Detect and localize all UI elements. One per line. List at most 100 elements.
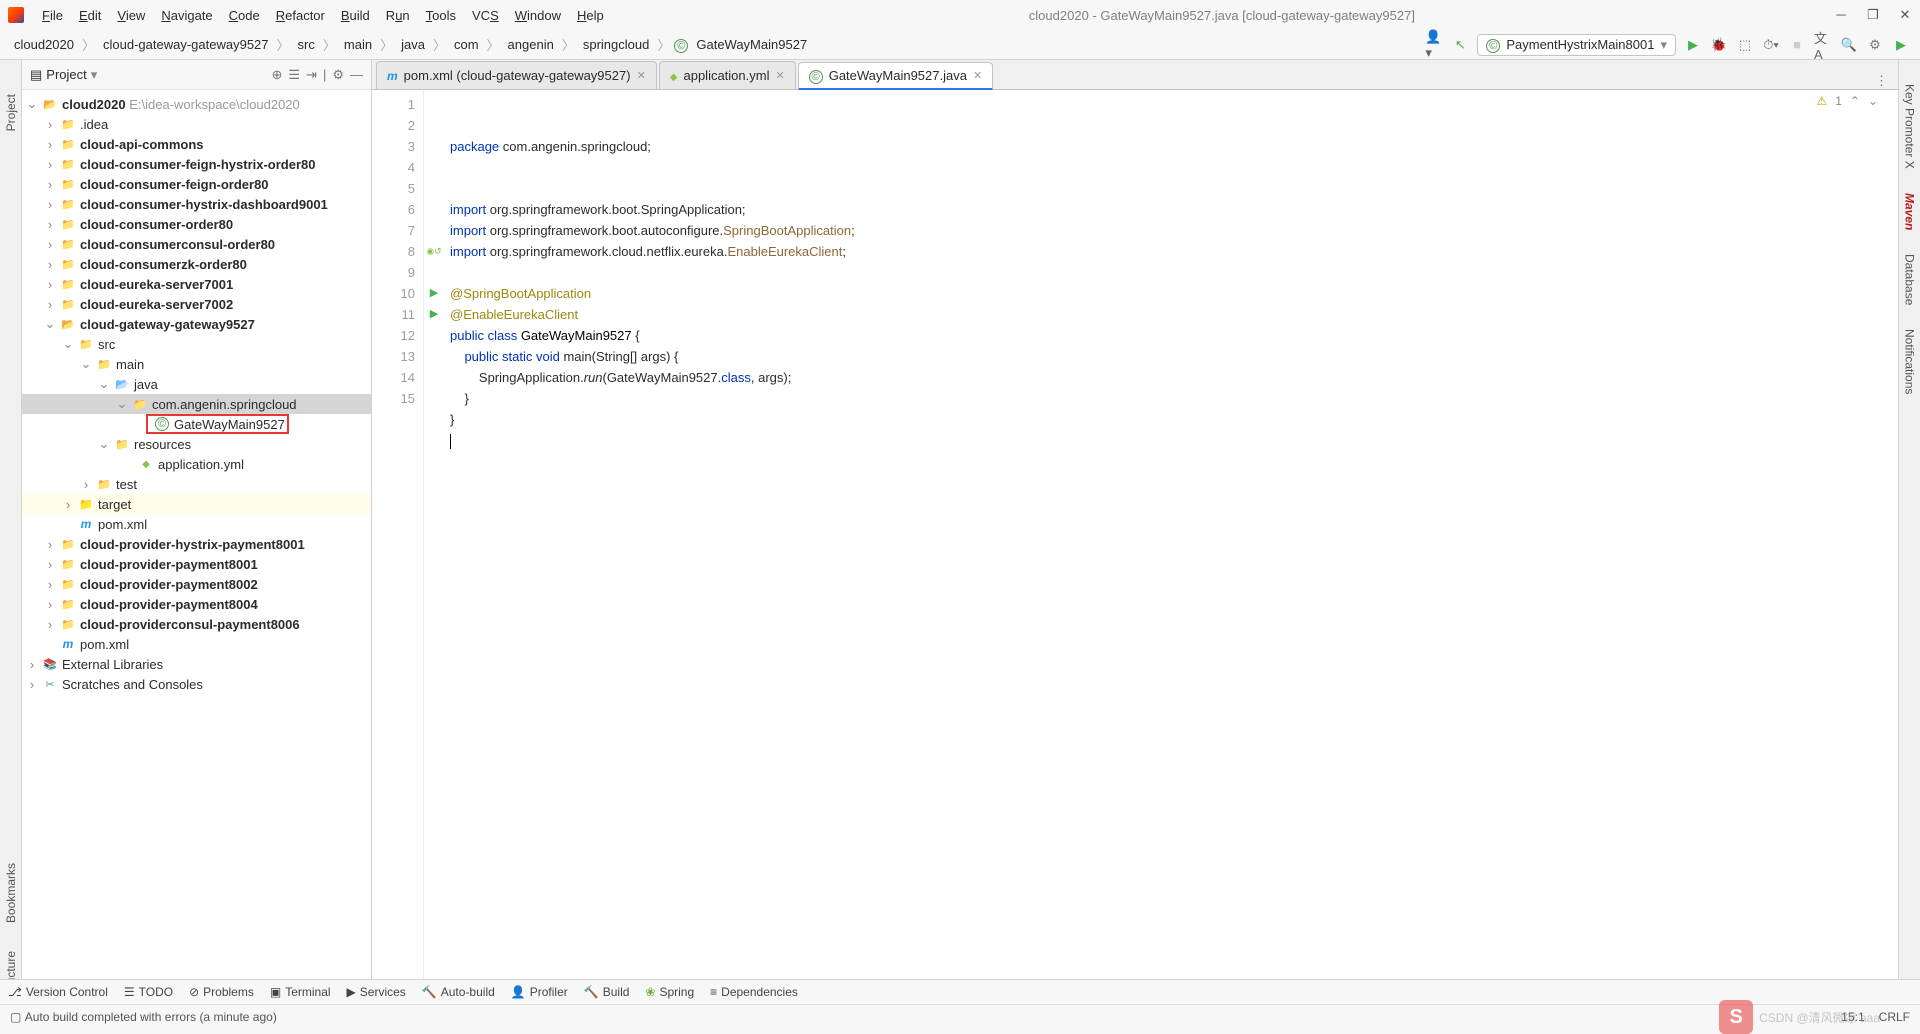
btn-profiler[interactable]: 👤Profiler [511,985,568,999]
folder-icon [60,556,76,572]
run-button-icon[interactable]: ▶ [1684,36,1702,54]
hide-icon[interactable]: — [350,67,363,83]
yml-icon [138,456,154,472]
chevron-up-icon[interactable]: ⌃ [1850,94,1860,108]
btn-terminal[interactable]: ▣Terminal [270,985,331,999]
rail-project[interactable]: Project [4,90,18,135]
main-menu: File Edit View Navigate Code Refactor Bu… [36,6,610,25]
chevron-down-icon[interactable]: ▾ [91,67,98,83]
chevron-down-icon[interactable]: ⌄ [1868,94,1878,108]
btn-version-control[interactable]: ⎇Version Control [8,985,108,999]
menu-view[interactable]: View [111,6,151,25]
menu-tools[interactable]: Tools [420,6,462,25]
java-class-icon [674,37,688,53]
run-config-selector[interactable]: PaymentHystrixMain8001 ▾ [1477,34,1676,56]
folder-icon [96,476,112,492]
gear-icon[interactable]: ⚙ [332,67,344,83]
search-icon[interactable]: 🔍 [1840,36,1858,54]
folder-icon [60,316,76,332]
menu-window[interactable]: Window [509,6,567,25]
menu-edit[interactable]: Edit [73,6,107,25]
menu-refactor[interactable]: Refactor [270,6,331,25]
run-gutter-icon[interactable]: ▶ [424,304,444,325]
folder-icon [60,536,76,552]
collapse-all-icon[interactable]: ⇥ [306,67,317,83]
expand-all-icon[interactable]: ☰ [288,67,300,83]
select-opened-icon[interactable]: ⊕ [271,67,282,83]
project-header: ▤ Project ▾ ⊕ ☰ ⇥ | ⚙ — [22,60,371,90]
maximize-icon[interactable]: ❐ [1866,7,1880,23]
tab-pom[interactable]: pom.xml (cloud-gateway-gateway9527)✕ [376,61,657,89]
bottom-tool-bar: ⎇Version Control ☰TODO ⊘Problems ▣Termin… [0,979,1920,1004]
folder-icon [60,216,76,232]
close-tab-icon[interactable]: ✕ [775,69,784,82]
btn-todo[interactable]: ☰TODO [124,985,173,999]
build-hammer-icon[interactable]: ↖ [1451,36,1469,54]
crumb-angenin[interactable]: angenin [504,33,558,56]
tree-row-mainclass: GateWayMain9527 [22,414,371,434]
crumb-java[interactable]: java [397,33,429,56]
menu-vcs[interactable]: VCS [466,6,505,25]
close-icon[interactable]: ✕ [1898,7,1912,23]
btn-autobuild[interactable]: 🔨Auto-build [422,985,495,999]
btn-services[interactable]: ▶Services [347,985,406,999]
java-icon [809,68,823,84]
tab-yml[interactable]: application.yml✕ [659,61,796,89]
menu-help[interactable]: Help [571,6,610,25]
status-icon[interactable]: ▢ [10,1010,21,1024]
crumb-springcloud[interactable]: springcloud [579,33,654,56]
crumb-com[interactable]: com [450,33,483,56]
profile-icon[interactable]: ⏱▾ [1762,36,1780,54]
menu-code[interactable]: Code [223,6,266,25]
debug-button-icon[interactable]: 🐞 [1710,36,1728,54]
coverage-icon[interactable]: ⬚ [1736,36,1754,54]
btn-spring[interactable]: ❀Spring [645,985,694,999]
minimize-icon[interactable]: ─ [1834,7,1848,23]
menu-file[interactable]: File [36,6,69,25]
rail-maven[interactable]: Maven [1903,189,1917,234]
folder-icon [60,136,76,152]
close-tab-icon[interactable]: ✕ [637,69,646,82]
crumb-root[interactable]: cloud2020 [10,33,78,56]
tab-java[interactable]: GateWayMain9527.java✕ [798,62,993,90]
settings-icon[interactable]: ⚙ [1866,36,1884,54]
chevron-down-icon: ▾ [1660,37,1667,53]
menu-build[interactable]: Build [335,6,376,25]
run-gutter-icon[interactable]: ▶ [424,283,444,304]
btn-build[interactable]: 🔨Build [584,985,630,999]
rail-notifications[interactable]: Notifications [1903,325,1917,398]
editor-area: pom.xml (cloud-gateway-gateway9527)✕ app… [372,60,1898,1004]
line-separator[interactable]: CRLF [1879,1010,1910,1024]
package-icon [132,396,148,412]
crumb-main[interactable]: main [340,33,376,56]
menu-navigate[interactable]: Navigate [155,6,218,25]
inspection-widget[interactable]: ⚠1 ⌃ ⌄ [1816,94,1878,108]
project-dropdown-icon[interactable]: ▤ [30,67,42,83]
rail-bookmarks[interactable]: Bookmarks [4,859,18,927]
folder-icon [114,376,130,392]
code-text[interactable]: package com.angenin.springcloud; import … [444,90,1898,1004]
btn-problems[interactable]: ⊘Problems [189,985,254,999]
folder-icon [96,356,112,372]
user-icon[interactable]: 👤▾ [1425,36,1443,54]
rail-keypromoter[interactable]: Key Promoter X [1903,80,1917,173]
crumb-class[interactable]: GateWayMain9527 [692,33,811,56]
folder-icon [60,116,76,132]
translate-icon[interactable]: 文A [1814,36,1832,54]
run-anything-icon[interactable]: ▶ [1892,36,1910,54]
code-area[interactable]: 123456789101112131415 ◉↺ ▶▶ package com.… [372,90,1898,1004]
folder-icon [78,336,94,352]
project-tree[interactable]: ⌄cloud2020 E:\idea-workspace\cloud2020 ›… [22,90,371,1004]
bean-gutter-icon[interactable]: ◉↺ [424,241,444,262]
maven-icon [387,68,398,83]
rail-database[interactable]: Database [1903,250,1917,309]
run-config-label: PaymentHystrixMain8001 [1506,37,1654,52]
warning-icon: ⚠ [1816,94,1827,108]
crumb-module[interactable]: cloud-gateway-gateway9527 [99,33,273,56]
menu-run[interactable]: Run [380,6,416,25]
btn-dependencies[interactable]: ≡Dependencies [710,985,798,999]
stop-icon[interactable]: ■ [1788,36,1806,54]
tab-more-icon[interactable]: ⋮ [1875,73,1888,89]
crumb-src[interactable]: src [294,33,319,56]
close-tab-icon[interactable]: ✕ [973,69,982,82]
